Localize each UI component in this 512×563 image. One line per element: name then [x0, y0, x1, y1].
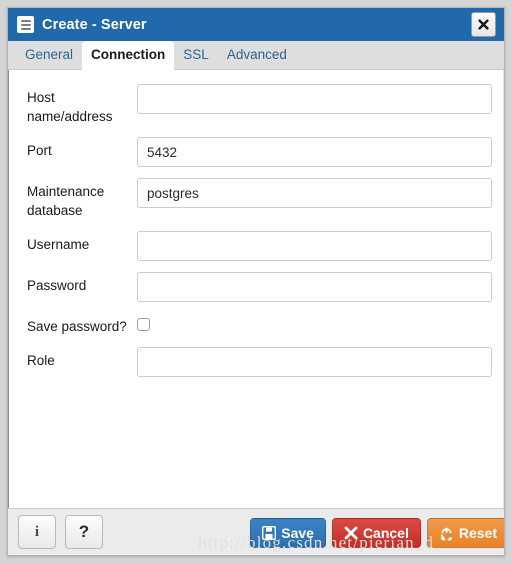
- dialog-footer: i ? Save Cancel Reset: [8, 508, 504, 555]
- close-icon: [478, 19, 489, 30]
- question-mark-icon: ?: [78, 522, 90, 541]
- cancel-button-label: Cancel: [362, 525, 409, 541]
- dialog-title: Create - Server: [42, 16, 147, 33]
- footer-action-buttons: Save Cancel Reset: [250, 518, 504, 548]
- maintenance-database-field-wrap: [137, 178, 495, 208]
- save-password-field-wrap: [137, 313, 495, 331]
- username-input[interactable]: [137, 231, 492, 261]
- password-field-wrap: [137, 272, 495, 302]
- field-row-port: Port: [17, 137, 495, 167]
- field-row-username: Username: [17, 231, 495, 261]
- tab-ssl[interactable]: SSL: [174, 41, 218, 69]
- port-input[interactable]: [137, 137, 492, 167]
- host-input[interactable]: [137, 84, 492, 114]
- field-row-password: Password: [17, 272, 495, 302]
- tab-strip: General Connection SSL Advanced: [8, 41, 504, 70]
- username-label: Username: [27, 237, 90, 252]
- port-field-wrap: [137, 137, 495, 167]
- server-icon: [17, 16, 34, 33]
- role-field-wrap: [137, 347, 495, 377]
- connection-form: Host name/address Port Maintenance datab…: [8, 70, 504, 508]
- role-label: Role: [27, 353, 55, 368]
- close-button[interactable]: [471, 12, 496, 37]
- create-server-dialog: Create - Server General Connection SSL A…: [7, 7, 505, 556]
- field-row-role: Role: [17, 347, 495, 377]
- help-button[interactable]: ?: [65, 515, 103, 549]
- password-input[interactable]: [137, 272, 492, 302]
- x-cross-icon: [344, 526, 358, 540]
- maintenance-database-label: Maintenance database: [27, 184, 105, 218]
- dialog-titlebar: Create - Server: [8, 8, 504, 41]
- save-button[interactable]: Save: [250, 518, 326, 548]
- reset-button[interactable]: Reset: [426, 518, 504, 548]
- password-label: Password: [27, 278, 87, 293]
- host-label: Host name/address: [27, 90, 113, 124]
- reset-button-label: Reset: [458, 525, 497, 541]
- username-field-wrap: [137, 231, 495, 261]
- cancel-button[interactable]: Cancel: [331, 518, 421, 548]
- info-icon: i: [34, 523, 40, 540]
- field-row-host: Host name/address: [17, 84, 495, 126]
- tab-advanced[interactable]: Advanced: [218, 41, 296, 69]
- port-label: Port: [27, 143, 52, 158]
- field-row-maintenance-database: Maintenance database: [17, 178, 495, 220]
- host-field-wrap: [137, 84, 495, 114]
- recycle-refresh-icon: [440, 526, 453, 541]
- maintenance-database-input[interactable]: [137, 178, 492, 208]
- save-button-label: Save: [281, 525, 314, 541]
- save-password-label: Save password?: [27, 319, 127, 334]
- info-button[interactable]: i: [18, 515, 56, 549]
- tab-general[interactable]: General: [16, 41, 82, 69]
- role-input[interactable]: [137, 347, 492, 377]
- floppy-disk-save-icon: [262, 526, 277, 540]
- tab-connection[interactable]: Connection: [82, 41, 175, 70]
- footer-left-buttons: i ?: [18, 515, 103, 549]
- field-row-save-password: Save password?: [17, 313, 495, 336]
- save-password-checkbox[interactable]: [137, 318, 150, 331]
